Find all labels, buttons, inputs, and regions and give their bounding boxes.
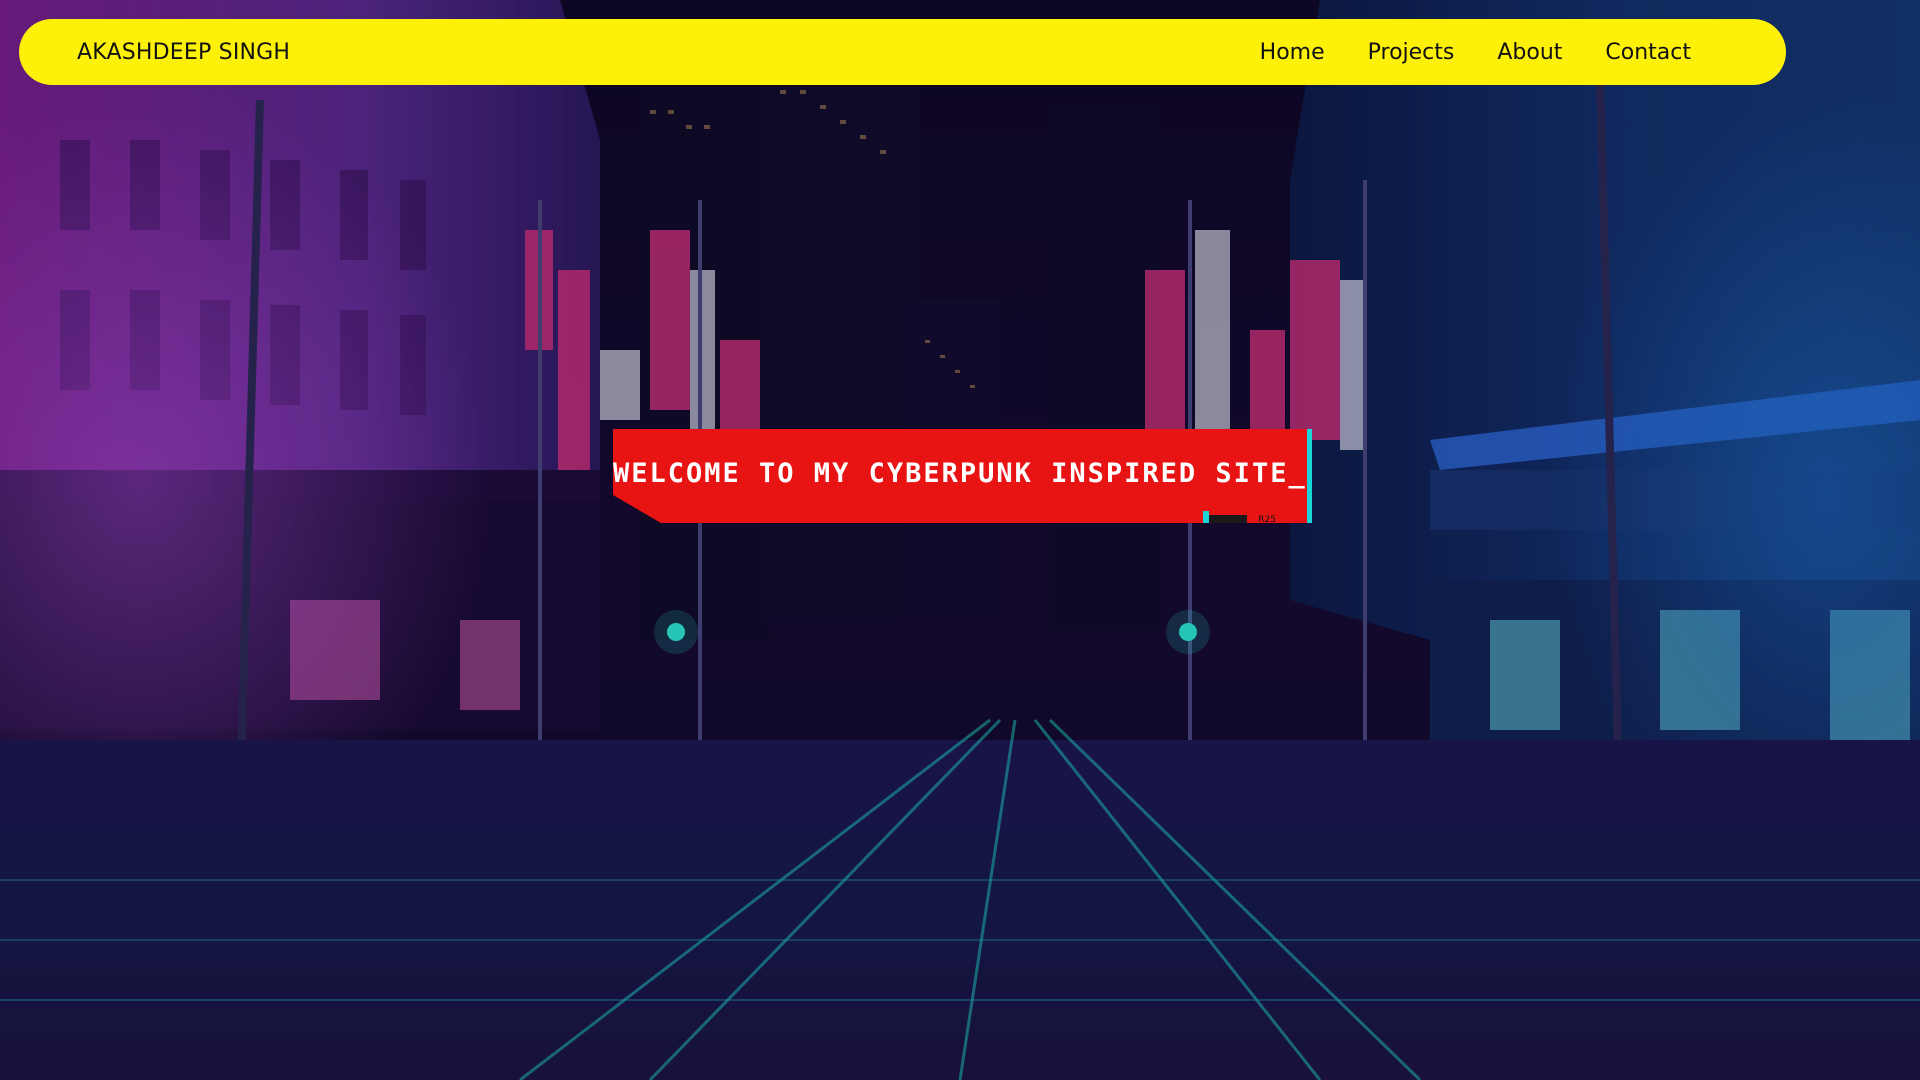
hero-glitch-tag: R25 (1258, 515, 1276, 525)
nav-links: Home Projects About Contact (1260, 40, 1691, 65)
background-city-image (0, 0, 1920, 1080)
nav-link-projects[interactable]: Projects (1368, 40, 1455, 65)
nav-link-contact[interactable]: Contact (1605, 40, 1691, 65)
nav-link-about[interactable]: About (1497, 40, 1562, 65)
nav-link-home[interactable]: Home (1260, 40, 1325, 65)
page: AKASHDEEP SINGH Home Projects About Cont… (0, 0, 1920, 1080)
hero-title: WELCOME TO MY CYBERPUNK INSPIRED SITE_ (613, 458, 1307, 489)
navbar: AKASHDEEP SINGH Home Projects About Cont… (19, 19, 1786, 85)
hero-banner: WELCOME TO MY CYBERPUNK INSPIRED SITE_ R… (613, 429, 1312, 525)
brand-name[interactable]: AKASHDEEP SINGH (77, 40, 1260, 65)
